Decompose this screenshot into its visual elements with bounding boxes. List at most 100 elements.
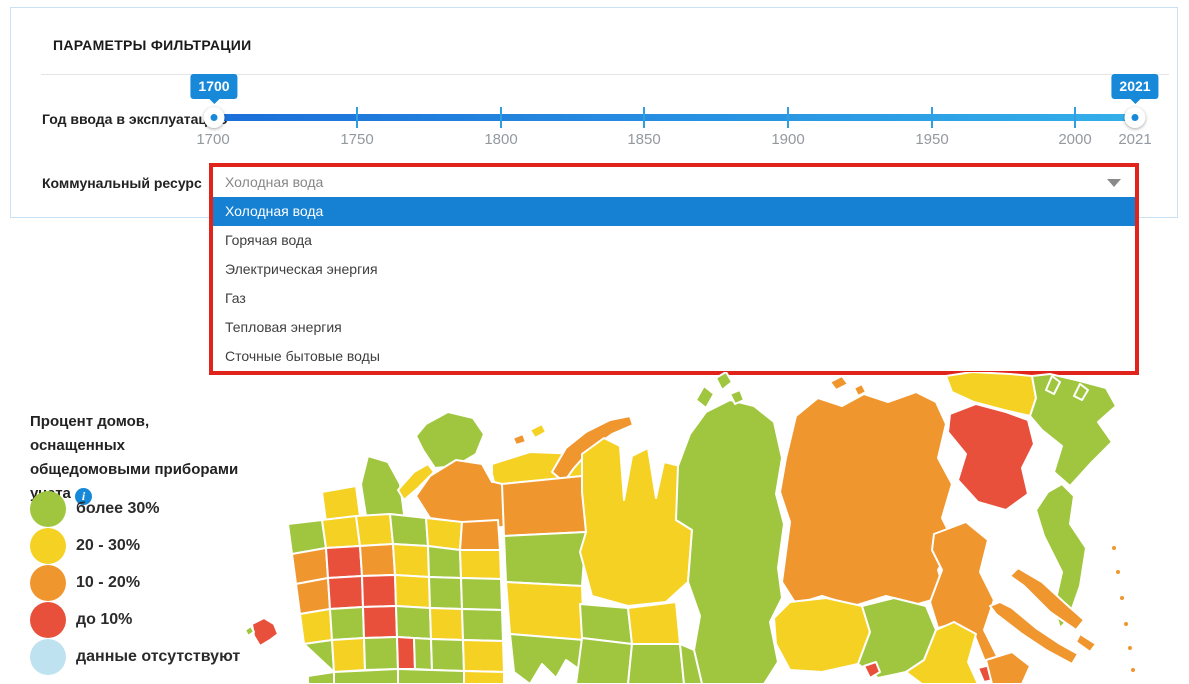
legend-swatch (30, 565, 66, 601)
map-region[interactable] (530, 424, 546, 438)
map-region[interactable] (1076, 634, 1096, 652)
dropdown-option[interactable]: Сточные бытовые воды (213, 342, 1135, 371)
map-region[interactable] (356, 514, 393, 546)
map-region[interactable] (1127, 645, 1133, 651)
annotation-highlight: Холодная вода Холодная вода Горячая вода… (209, 163, 1139, 375)
map-region[interactable] (393, 544, 429, 577)
map-region[interactable] (322, 516, 360, 548)
tick-label: 1800 (484, 131, 517, 148)
dropdown-option[interactable]: Электрическая энергия (213, 255, 1135, 284)
legend-swatch (30, 491, 66, 527)
slider-track[interactable] (213, 114, 1135, 121)
map-region[interactable] (330, 607, 364, 640)
map-region[interactable] (461, 578, 502, 610)
dropdown-option[interactable]: Газ (213, 284, 1135, 313)
map-region[interactable] (1030, 374, 1116, 486)
map-region[interactable] (1130, 667, 1136, 673)
slider-tick (1074, 107, 1076, 128)
map-region[interactable] (360, 544, 395, 576)
map-region[interactable] (580, 438, 692, 606)
slider-tick (356, 107, 358, 128)
tick-label: 1950 (915, 131, 948, 148)
resource-dropdown-list: Холодная вода Горячая вода Электрическая… (213, 197, 1135, 371)
panel-title: ПАРАМЕТРЫ ФИЛЬТРАЦИИ (53, 37, 251, 53)
tick-label: 1750 (340, 131, 373, 148)
map-region[interactable] (506, 582, 584, 640)
year-range-slider[interactable]: 1700 1750 1800 1850 1900 1950 2000 2021 … (213, 114, 1135, 158)
map-region[interactable] (300, 609, 332, 644)
map-region[interactable] (1119, 595, 1125, 601)
map-region[interactable] (429, 577, 462, 609)
map-region[interactable] (334, 669, 398, 684)
slider-tick (931, 107, 933, 128)
dropdown-option[interactable]: Тепловая энергия (213, 313, 1135, 342)
map-region[interactable] (431, 639, 464, 671)
map-region[interactable] (252, 618, 278, 646)
legend-swatch (30, 639, 66, 675)
tick-label: 1700 (196, 131, 229, 148)
map-region[interactable] (510, 634, 584, 684)
map-region[interactable] (502, 476, 586, 536)
map-region[interactable] (716, 372, 732, 390)
map-legend: Процент домов, оснащенных общедомовыми п… (30, 410, 260, 506)
map-region[interactable] (328, 576, 363, 609)
map-region[interactable] (430, 608, 463, 640)
map-region[interactable] (245, 626, 254, 636)
legend-label: 20 - 30% (76, 528, 140, 564)
map-region[interactable] (1123, 621, 1129, 627)
tick-label: 2000 (1058, 131, 1091, 148)
map-region[interactable] (462, 609, 503, 641)
slider-tick (500, 107, 502, 128)
legend-swatch (30, 602, 66, 638)
legend-label: данные отсутствуют (76, 639, 240, 675)
resource-select[interactable]: Холодная вода (213, 167, 1135, 198)
tick-label: 1850 (627, 131, 660, 148)
map-region[interactable] (398, 669, 464, 684)
map-region[interactable] (304, 640, 334, 684)
map-region[interactable] (696, 386, 714, 408)
map-region[interactable] (363, 606, 397, 638)
dropdown-option[interactable]: Горячая вода (213, 226, 1135, 255)
map-region[interactable] (463, 640, 504, 672)
map-region[interactable] (414, 638, 432, 670)
map-region[interactable] (576, 638, 632, 684)
map-region[interactable] (513, 434, 526, 445)
map-region[interactable] (774, 598, 870, 672)
map-region[interactable] (395, 575, 430, 608)
map-region[interactable] (1115, 569, 1121, 575)
map-region[interactable] (1111, 545, 1117, 551)
map-region[interactable] (460, 550, 501, 579)
map-region[interactable] (397, 637, 415, 669)
map-region[interactable] (416, 412, 484, 468)
legend-label: 10 - 20% (76, 565, 140, 601)
map-region[interactable] (628, 644, 684, 684)
map-region[interactable] (332, 638, 365, 672)
map-region[interactable] (830, 376, 848, 390)
map-region[interactable] (426, 518, 462, 550)
map-region[interactable] (326, 546, 362, 578)
slider-handle-max[interactable] (1125, 107, 1146, 128)
legend-label: более 30% (76, 491, 159, 527)
map-region[interactable] (362, 575, 396, 607)
map-region[interactable] (460, 520, 500, 550)
slider-tick (787, 107, 789, 128)
map-region[interactable] (390, 514, 428, 546)
page: ПАРАМЕТРЫ ФИЛЬТРАЦИИ Год ввода в эксплуа… (0, 0, 1189, 684)
chevron-down-icon (1107, 179, 1121, 187)
slider-badge-max: 2021 (1111, 74, 1158, 99)
map-region[interactable] (948, 404, 1034, 510)
slider-tick (643, 107, 645, 128)
russia-map[interactable] (230, 372, 1189, 684)
tick-label: 2021 (1118, 131, 1151, 148)
map-region[interactable] (464, 671, 504, 684)
map-region[interactable] (676, 400, 784, 684)
map-region[interactable] (428, 546, 461, 578)
map-region[interactable] (628, 602, 680, 644)
slider-handle-min[interactable] (204, 107, 225, 128)
map-region[interactable] (780, 392, 954, 606)
map-region[interactable] (504, 532, 586, 586)
map-region[interactable] (396, 606, 431, 639)
map-region[interactable] (296, 578, 330, 614)
dropdown-option[interactable]: Холодная вода (213, 197, 1135, 226)
map-region[interactable] (364, 637, 398, 670)
